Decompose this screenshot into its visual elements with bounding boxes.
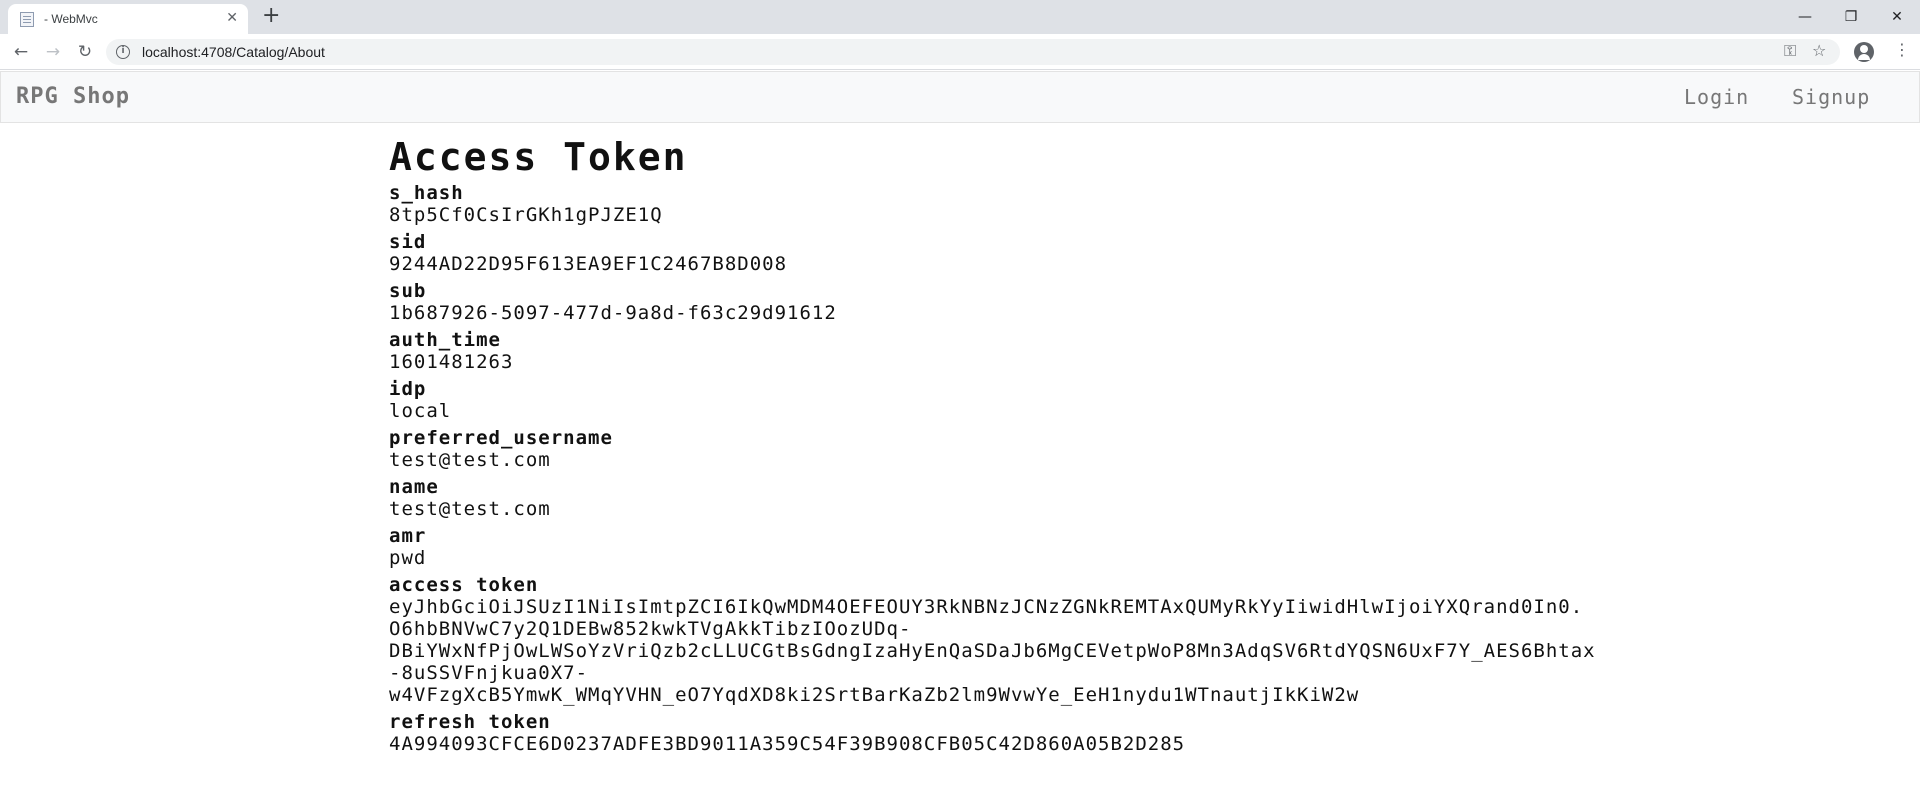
browser-tab[interactable]: - WebMvc ✕: [8, 4, 248, 34]
claim-value: local: [389, 400, 452, 422]
access-token-line: DBiYWxNfPjOwLWSoYzVriQzb2cLLUCGtBsGdngIz…: [389, 640, 1596, 662]
claim-item: preferred_username test@test.com: [389, 427, 1920, 471]
claim-key: sub: [389, 280, 427, 302]
claim-item: auth_time 1601481263: [389, 329, 1920, 373]
claim-item: amr pwd: [389, 525, 1920, 569]
claim-key: preferred_username: [389, 427, 613, 449]
access-token-key: access token: [389, 574, 539, 596]
claim-item: s_hash 8tp5Cf0CsIrGKh1gPJZE1Q: [389, 182, 1920, 226]
brand-link[interactable]: RPG Shop: [16, 84, 130, 109]
claim-item: sid 9244AD22D95F613EA9EF1C2467B8D008: [389, 231, 1920, 275]
access-token-line: -8uSSVFnjkua0X7-: [389, 662, 589, 684]
claim-key: name: [389, 476, 439, 498]
refresh-token-value: 4A994093CFCE6D0237ADFE3BD9011A359C54F39B…: [389, 733, 1186, 755]
access-token-item: access token eyJhbGciOiJSUzI1NiIsImtpZCI…: [389, 574, 1920, 706]
browser-tabstrip: - WebMvc ✕ + — ❐ ✕: [0, 0, 1920, 34]
restore-icon[interactable]: ❐: [1828, 4, 1874, 30]
browser-toolbar: ← → ↻ i localhost:4708/Catalog/About ⚿ ☆…: [0, 34, 1920, 70]
claim-value: pwd: [389, 547, 427, 569]
access-token-line: w4VFzgXcB5YmwK_WMqYVHN_eO7YqdXD8ki2SrtBa…: [389, 684, 1360, 706]
claim-key: idp: [389, 378, 427, 400]
minimize-icon[interactable]: —: [1782, 4, 1828, 30]
back-icon[interactable]: ←: [9, 40, 33, 64]
browser-menu-icon[interactable]: ⋮: [1894, 40, 1910, 59]
claim-item: name test@test.com: [389, 476, 1920, 520]
claim-key: sid: [389, 231, 427, 253]
claim-value: 1b687926-5097-477d-9a8d-f63c29d91612: [389, 302, 837, 324]
address-bar[interactable]: i localhost:4708/Catalog/About ⚿ ☆: [106, 39, 1840, 65]
claim-key: s_hash: [389, 182, 464, 204]
claim-value: test@test.com: [389, 498, 551, 520]
main-content: Access Token s_hash 8tp5Cf0CsIrGKh1gPJZE…: [389, 134, 1920, 760]
page-title: Access Token: [389, 135, 688, 179]
profile-avatar-icon[interactable]: [1854, 42, 1874, 62]
claim-value: 9244AD22D95F613EA9EF1C2467B8D008: [389, 253, 788, 275]
key-icon[interactable]: ⚿: [1784, 41, 1796, 61]
page-favicon-icon: [20, 12, 34, 27]
claim-value: test@test.com: [389, 449, 551, 471]
claim-item: idp local: [389, 378, 1920, 422]
site-navbar: RPG Shop Login Signup: [0, 71, 1920, 123]
tab-title: - WebMvc: [44, 12, 98, 26]
signup-link[interactable]: Signup: [1792, 85, 1870, 109]
claim-value: 8tp5Cf0CsIrGKh1gPJZE1Q: [389, 204, 663, 226]
claim-key: auth_time: [389, 329, 501, 351]
site-info-icon[interactable]: i: [116, 45, 130, 59]
refresh-token-key: refresh token: [389, 711, 551, 733]
claim-value: 1601481263: [389, 351, 514, 373]
tab-close-icon[interactable]: ✕: [226, 10, 238, 26]
access-token-line: O6hbBNVwC7y2Q1DEBw852kwkTVgAkkTibzIOozUD…: [389, 618, 912, 640]
login-link[interactable]: Login: [1684, 85, 1749, 109]
access-token-line: eyJhbGciOiJSUzI1NiIsImtpZCI6IkQwMDM4OEFE…: [389, 596, 1584, 618]
url-text[interactable]: localhost:4708/Catalog/About: [142, 44, 325, 60]
claim-key: amr: [389, 525, 427, 547]
claim-item: sub 1b687926-5097-477d-9a8d-f63c29d91612: [389, 280, 1920, 324]
window-close-icon[interactable]: ✕: [1874, 4, 1920, 30]
bookmark-star-icon[interactable]: ☆: [1812, 41, 1826, 60]
new-tab-button[interactable]: +: [262, 5, 280, 27]
refresh-token-item: refresh token 4A994093CFCE6D0237ADFE3BD9…: [389, 711, 1920, 755]
reload-icon[interactable]: ↻: [73, 40, 97, 64]
forward-icon[interactable]: →: [41, 40, 65, 64]
